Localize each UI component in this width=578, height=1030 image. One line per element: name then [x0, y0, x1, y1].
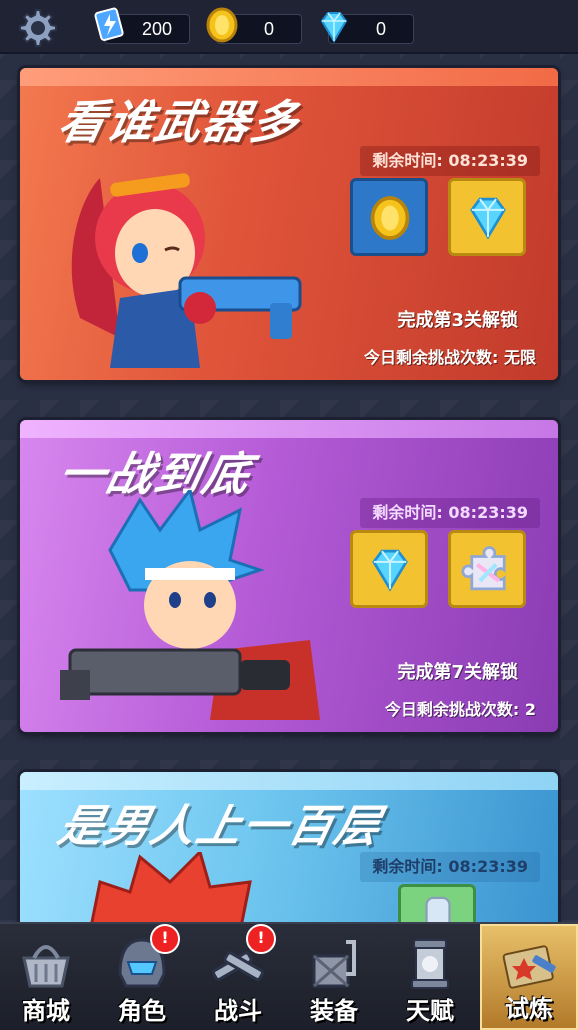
- top-bar: 200 0 0: [0, 0, 578, 54]
- nav-label: 试炼: [505, 995, 553, 1023]
- reward-slot[interactable]: [350, 530, 428, 608]
- unlock-text: 完成第7关解锁: [397, 662, 518, 683]
- time-label: 剩余时间:: [372, 503, 443, 522]
- time-remaining: 剩余时间: 08:23:39: [360, 852, 540, 882]
- unlock-text: 完成第3关解锁: [397, 310, 518, 331]
- event-card-hundred-floors[interactable]: 是男人上一百层 剩余时间: 08:23:39: [20, 772, 558, 932]
- gem-icon: [470, 197, 506, 240]
- nav-equipment[interactable]: 装备: [288, 924, 380, 1030]
- tries-text: 今日剩余挑战次数: 无限: [364, 348, 536, 367]
- tries-text: 今日剩余挑战次数: 2: [384, 700, 536, 719]
- crate-icon: [312, 940, 356, 988]
- card-top-stripe: [20, 772, 558, 790]
- nav-label: 战斗: [214, 997, 262, 1025]
- card-top-stripe: [20, 420, 558, 438]
- nav-talent[interactable]: 天赋: [384, 924, 476, 1030]
- card-top-stripe: [20, 68, 558, 86]
- time-label: 剩余时间:: [372, 857, 443, 876]
- nav-label: 角色: [118, 997, 166, 1025]
- event-card-weapons[interactable]: 看谁武器多 剩余时间: 08:23:39 完成第3关解锁 今日剩余挑战次数: 无…: [20, 68, 558, 380]
- trial-icon: [502, 945, 556, 989]
- reward-slot[interactable]: [448, 178, 526, 256]
- nav-battle[interactable]: ! 战斗: [192, 924, 284, 1030]
- gem-icon: [372, 549, 408, 592]
- nav-label: 装备: [310, 997, 358, 1025]
- talent-icon: [411, 939, 449, 989]
- reward-slot[interactable]: [448, 530, 526, 608]
- card-title: 是男人上一百层: [53, 801, 387, 852]
- nav-trial[interactable]: 试炼: [480, 924, 578, 1030]
- gear-icon[interactable]: [14, 6, 58, 50]
- hero-girl-illustration: [71, 173, 302, 368]
- nav-label: 商城: [22, 997, 70, 1025]
- coin-icon: [206, 7, 238, 43]
- time-value: 08:23:39: [448, 857, 528, 876]
- hero-boy-illustration: [60, 490, 320, 720]
- nav-character[interactable]: ! 角色: [96, 924, 188, 1030]
- time-value: 08:23:39: [448, 503, 528, 522]
- time-value: 08:23:39: [448, 151, 528, 170]
- event-card-last-stand[interactable]: 一战到底 剩余时间: 08:23:39 完成第7关解锁 今日剩余挑战次数: 2: [20, 420, 558, 732]
- coin-icon: [370, 196, 410, 240]
- hero-redhair-illustration: [88, 852, 252, 932]
- alert-badge: !: [246, 924, 276, 954]
- time-remaining: 剩余时间: 08:23:39: [360, 146, 540, 176]
- time-remaining: 剩余时间: 08:23:39: [360, 498, 540, 528]
- time-label: 剩余时间:: [372, 151, 443, 170]
- gem-icon: [320, 12, 348, 43]
- nav-shop[interactable]: 商城: [0, 924, 92, 1030]
- nav-label: 天赋: [406, 997, 454, 1025]
- puzzle-icon: [461, 546, 506, 591]
- reward-slot[interactable]: [350, 178, 428, 256]
- energy-card-icon: [94, 7, 124, 41]
- bottom-nav: 商城 ! 角色 ! 战斗 装备 天赋 试炼: [0, 922, 578, 1030]
- alert-badge: !: [150, 924, 180, 954]
- basket-icon: [22, 945, 70, 988]
